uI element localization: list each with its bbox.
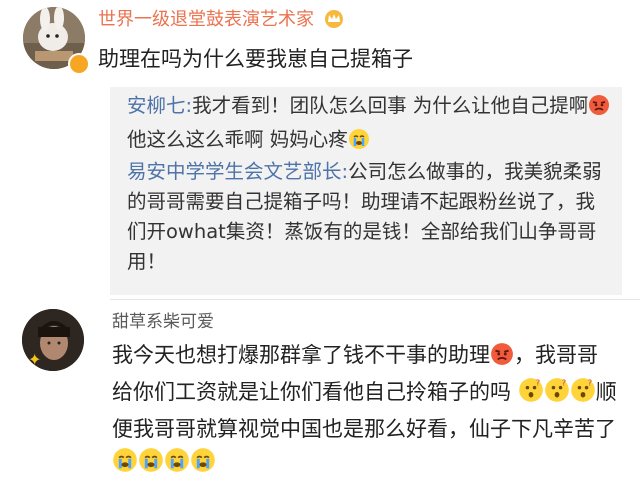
svg-text:?: ?: [587, 377, 591, 387]
crying-face-emoji: [348, 128, 370, 159]
reply-author[interactable]: 易安中学学生会文艺部长:: [127, 160, 348, 183]
star-icon: ✦: [28, 350, 42, 369]
svg-text:?: ?: [535, 377, 539, 387]
crying-face-emoji: [112, 447, 138, 483]
svg-text:?: ?: [561, 377, 565, 387]
reply-text-part: 他这么这么乖啊 妈妈心疼: [127, 128, 348, 151]
vip-badge-icon: [68, 53, 90, 75]
confused-face-emoji: ?: [518, 377, 544, 413]
reply-1: 安柳七:我才看到！团队怎么回事 为什么让他自己提啊他这么这么乖啊 妈妈心疼: [127, 91, 612, 159]
reply-2: 易安中学学生会文艺部长:公司怎么做事的，我美貌柔弱的哥哥需要自己提箱子吗！助理请…: [127, 157, 612, 277]
angry-face-emoji: [588, 94, 610, 125]
crown-icon: [323, 9, 345, 36]
comment-2: ✦ 甜草系柴可爱 我今天也想打爆那群拿了钱不干事的助理 ，我哥哥给你们工资就是让你…: [0, 300, 640, 477]
comment-text-part: 我今天也想打爆那群拿了钱不干事的助理: [112, 343, 490, 367]
comment-1: 世界一级退堂鼓表演艺术家 助理在吗为什么要我崽自己提箱子 安柳七:我才看到！团队…: [0, 0, 640, 300]
angry-face-emoji: [490, 342, 514, 376]
username[interactable]: 甜草系柴可爱: [112, 310, 214, 334]
confused-face-emoji: ?: [570, 377, 596, 413]
crying-face-emoji: [190, 447, 216, 483]
crying-face-emoji: [164, 447, 190, 483]
reply-box[interactable]: 安柳七:我才看到！团队怎么回事 为什么让他自己提啊他这么这么乖啊 妈妈心疼 易安…: [110, 87, 622, 295]
reply-text-part: 我才看到！团队怎么回事 为什么让他自己提啊: [192, 94, 589, 117]
username[interactable]: 世界一级退堂鼓表演艺术家: [98, 8, 345, 36]
reply-author[interactable]: 安柳七:: [127, 94, 192, 117]
confused-face-emoji: ?: [544, 377, 570, 413]
crying-face-emoji: [138, 447, 164, 483]
comment-text: 助理在吗为什么要我崽自己提箱子: [98, 47, 413, 71]
comment-text: 我今天也想打爆那群拿了钱不干事的助理 ，我哥哥给你们工资就是让你们看他自己拎箱子的…: [112, 339, 617, 483]
